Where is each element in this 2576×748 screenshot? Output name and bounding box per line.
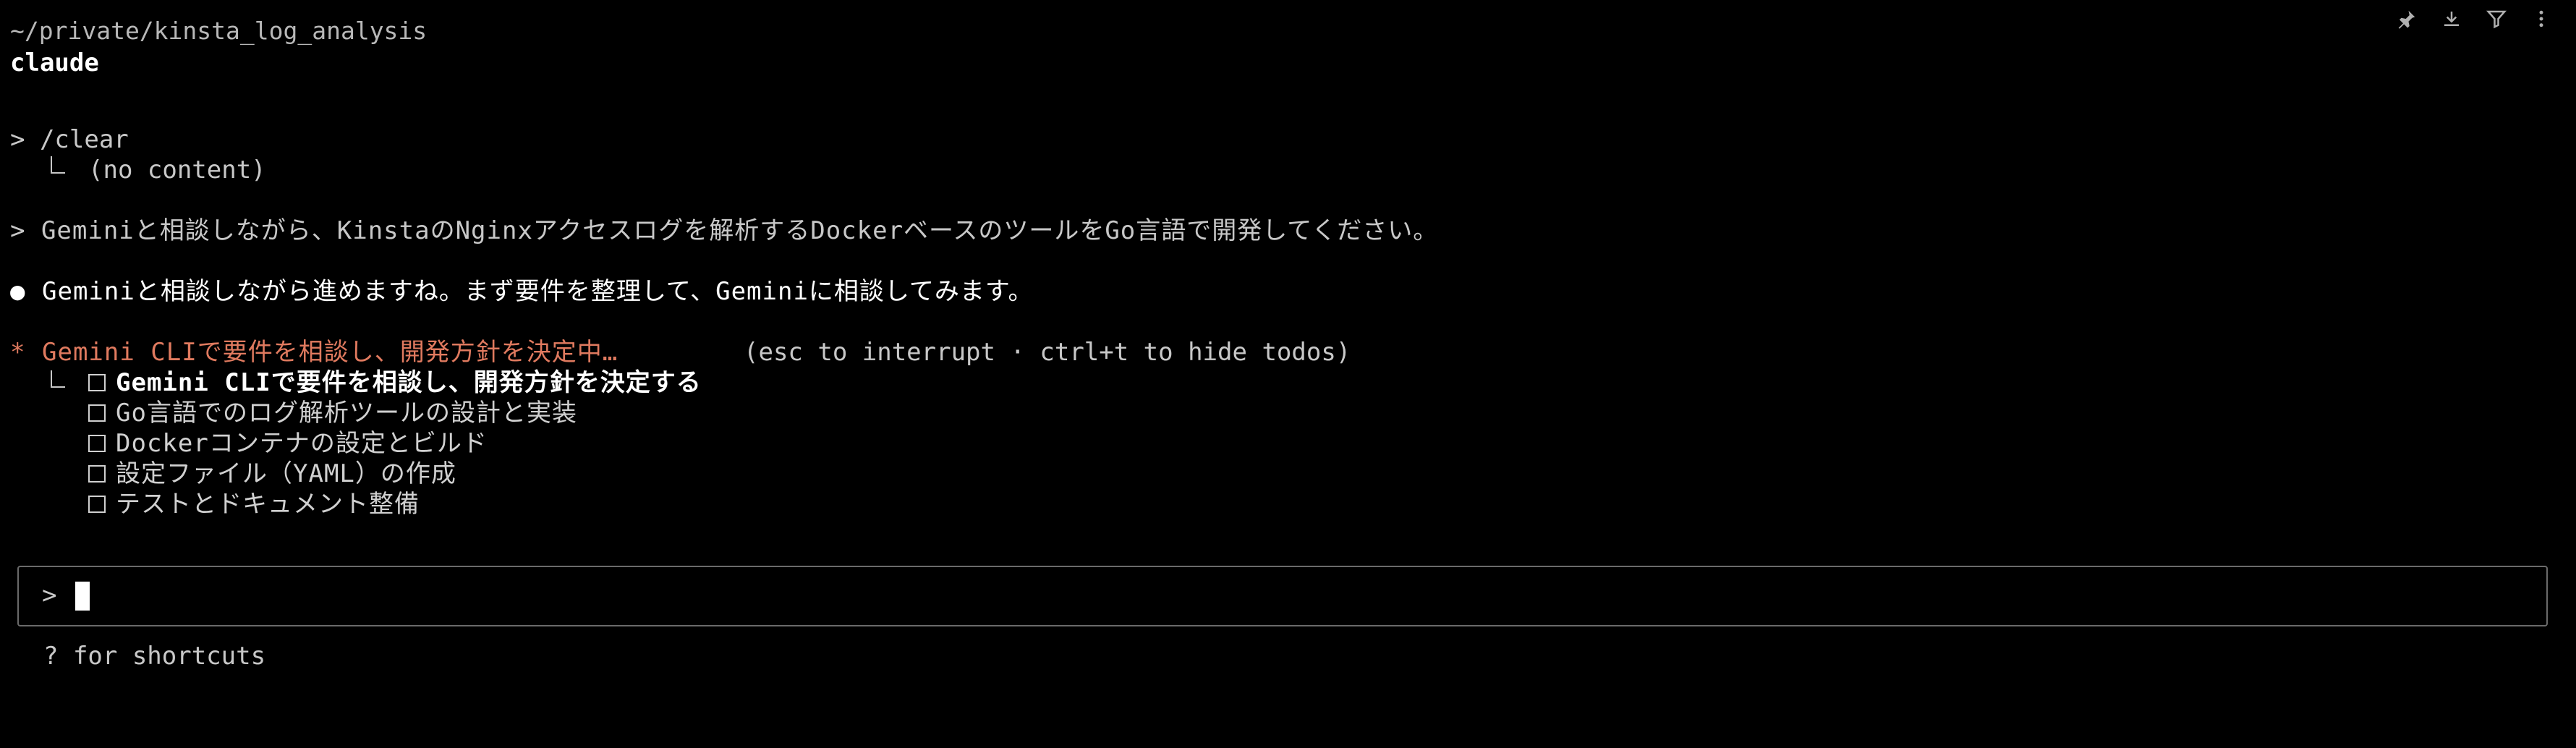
checkbox-icon <box>88 435 106 452</box>
assistant-bullet: ● <box>10 277 25 306</box>
filter-icon[interactable] <box>2483 6 2509 32</box>
shortcuts-hint[interactable]: ? for shortcuts <box>43 641 265 671</box>
status-hint: (esc to interrupt · ctrl+t to hide todos… <box>744 338 1351 367</box>
checkbox-icon <box>88 374 106 391</box>
checkbox-icon <box>88 496 106 513</box>
app-title: claude <box>10 48 99 77</box>
checkbox-icon <box>88 404 106 422</box>
todo-label: Dockerコンテナの設定とビルド <box>116 429 488 458</box>
more-icon[interactable] <box>2528 6 2554 32</box>
pin-icon[interactable] <box>2394 6 2420 32</box>
todo-item: Gemini CLIで要件を相談し、開発方針を決定する <box>88 367 702 398</box>
prompt-input[interactable]: > <box>17 566 2548 626</box>
prompt-symbol: > <box>42 581 57 610</box>
todo-label: Go言語でのログ解析ツールの設計と実装 <box>116 399 577 428</box>
text-cursor <box>75 582 90 611</box>
tree-branch <box>51 156 65 174</box>
todo-item: テストとドキュメント整備 <box>88 489 420 519</box>
download-icon[interactable] <box>2439 6 2465 32</box>
status-activity: Gemini CLIで要件を相談し、開発方針を決定中… <box>42 338 619 367</box>
assistant-message: Geminiと相談しながら進めますね。まず要件を整理して、Geminiに相談して… <box>42 277 1034 306</box>
todo-item: Dockerコンテナの設定とビルド <box>88 428 488 459</box>
tree-branch <box>51 370 65 388</box>
user-prompt: > Geminiと相談しながら、KinstaのNginxアクセスログを解析するD… <box>10 216 1439 245</box>
todo-item: Go言語でのログ解析ツールの設計と実装 <box>88 398 577 428</box>
todo-label: テストとドキュメント整備 <box>116 490 420 519</box>
todo-item: 設定ファイル（YAML）の作成 <box>88 459 456 489</box>
toolbar <box>2394 6 2554 32</box>
todo-label: 設定ファイル（YAML）の作成 <box>116 459 456 488</box>
checkbox-icon <box>88 465 106 483</box>
working-directory: ~/private/kinsta_log_analysis <box>10 17 428 45</box>
spinner-icon: * <box>10 338 25 367</box>
clear-command: > /clear <box>10 125 129 154</box>
todo-label: Gemini CLIで要件を相談し、開発方針を決定する <box>116 368 702 397</box>
clear-result: (no content) <box>88 156 266 184</box>
